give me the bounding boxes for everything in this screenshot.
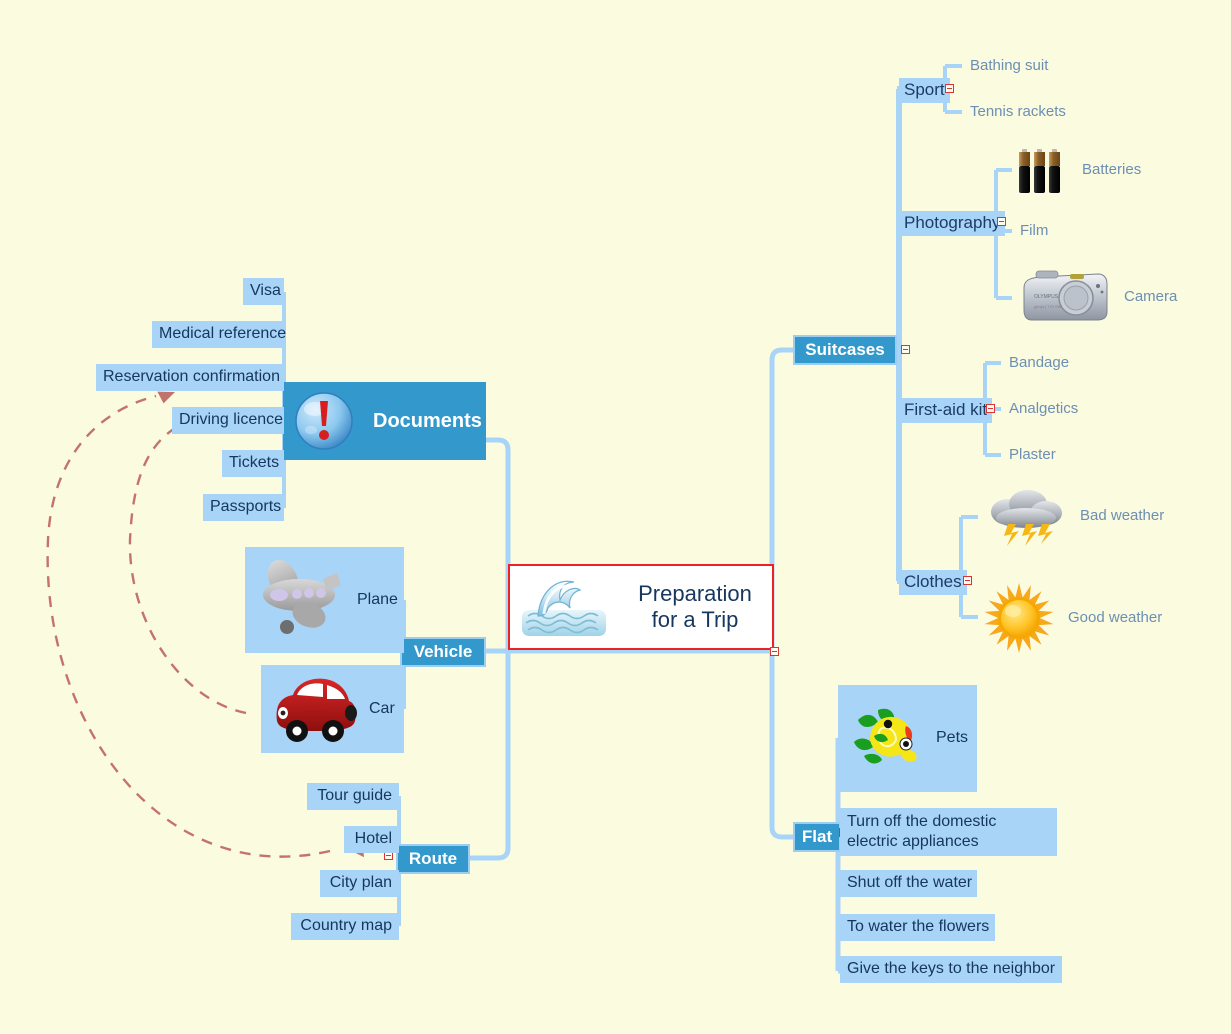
list-item[interactable]: Plaster [1007, 445, 1058, 464]
batteries-icon [1018, 143, 1068, 197]
collapse-toggle-clothes[interactable] [963, 576, 972, 585]
list-item[interactable]: Reservation confirmation [96, 364, 284, 392]
list-item-label: Good weather [1068, 609, 1163, 627]
branch-documents-label: Documents [373, 409, 482, 432]
list-item-label: Bad weather [1080, 507, 1165, 525]
group-first-aid-kit[interactable]: First-aid kit [899, 398, 993, 423]
list-item[interactable]: City plan [320, 870, 399, 898]
branch-suitcases-label: Suitcases [805, 339, 885, 359]
branch-flat[interactable]: Flat [793, 822, 841, 852]
group-clothes[interactable]: Clothes [899, 570, 967, 595]
plane-icon [255, 557, 347, 643]
central-topic-label: Preparation for a Trip [638, 581, 752, 632]
branch-suitcases[interactable]: Suitcases [793, 335, 897, 365]
list-item[interactable]: OLYMPUS µ[mju:] 770 SW Camera [1018, 268, 1177, 326]
list-item[interactable]: To water the flowers [840, 914, 995, 942]
sun-icon [984, 583, 1054, 653]
collapse-toggle-photography[interactable] [997, 217, 1006, 226]
list-item[interactable]: Tennis rackets [968, 102, 1068, 121]
wave-icon [518, 576, 610, 638]
list-item[interactable]: Country map [291, 913, 399, 941]
branch-route[interactable]: Route [396, 844, 470, 874]
fish-icon [848, 702, 926, 776]
svg-text:OLYMPUS: OLYMPUS [1034, 294, 1059, 300]
camera-icon: OLYMPUS µ[mju:] 770 SW [1018, 268, 1110, 326]
list-item-label: Plane [357, 590, 398, 608]
group-sport[interactable]: Sport [899, 78, 950, 103]
list-item[interactable]: Good weather [984, 583, 1162, 653]
list-item-label: Batteries [1082, 161, 1142, 179]
list-item[interactable]: Passports [203, 494, 284, 522]
list-item[interactable]: Shut off the water [840, 870, 977, 898]
list-item[interactable]: Pets [838, 685, 977, 792]
list-item[interactable]: Tour guide [307, 783, 399, 811]
collapse-toggle-central[interactable] [770, 647, 779, 656]
list-item[interactable]: Analgetics [1007, 399, 1080, 418]
list-item[interactable]: Tickets [222, 450, 284, 478]
mindmap-canvas: Preparation for a Trip Documents Visa Me… [0, 0, 1231, 1034]
svg-text:µ[mju:] 770 SW: µ[mju:] 770 SW [1034, 304, 1062, 309]
list-item-label: Car [369, 699, 395, 717]
list-item[interactable]: Turn off the domestic electric appliance… [840, 808, 1057, 857]
list-item[interactable]: Give the keys to the neighbor [840, 956, 1062, 984]
car-icon [271, 675, 359, 743]
collapse-toggle-suitcases[interactable] [901, 345, 910, 354]
collapse-toggle-first-aid-kit[interactable] [986, 404, 995, 413]
branch-vehicle[interactable]: Vehicle [400, 637, 486, 667]
list-item[interactable]: Bad weather [984, 486, 1164, 546]
list-item[interactable]: Film [1018, 221, 1050, 240]
list-item[interactable]: Plane [245, 547, 404, 653]
branch-vehicle-label: Vehicle [413, 641, 473, 661]
list-item-label: Pets [936, 729, 969, 747]
branch-flat-label: Flat [801, 826, 833, 846]
list-item[interactable]: Visa [243, 278, 284, 306]
list-item-label: Camera [1124, 288, 1178, 306]
list-item[interactable]: Driving licence [172, 407, 284, 435]
group-photography[interactable]: Photography [899, 211, 1006, 236]
branch-route-label: Route [408, 848, 458, 868]
central-topic[interactable]: Preparation for a Trip [508, 564, 774, 650]
list-item[interactable]: Batteries [1018, 143, 1141, 197]
exclamation-icon [293, 390, 355, 452]
list-item[interactable]: Hotel [344, 826, 399, 854]
list-item[interactable]: Car [261, 665, 404, 753]
storm-icon [984, 486, 1066, 546]
branch-documents[interactable]: Documents [283, 382, 486, 460]
list-item[interactable]: Medical reference [152, 321, 286, 349]
list-item[interactable]: Bathing suit [968, 56, 1050, 75]
list-item[interactable]: Bandage [1007, 353, 1071, 372]
collapse-toggle-sport[interactable] [945, 84, 954, 93]
